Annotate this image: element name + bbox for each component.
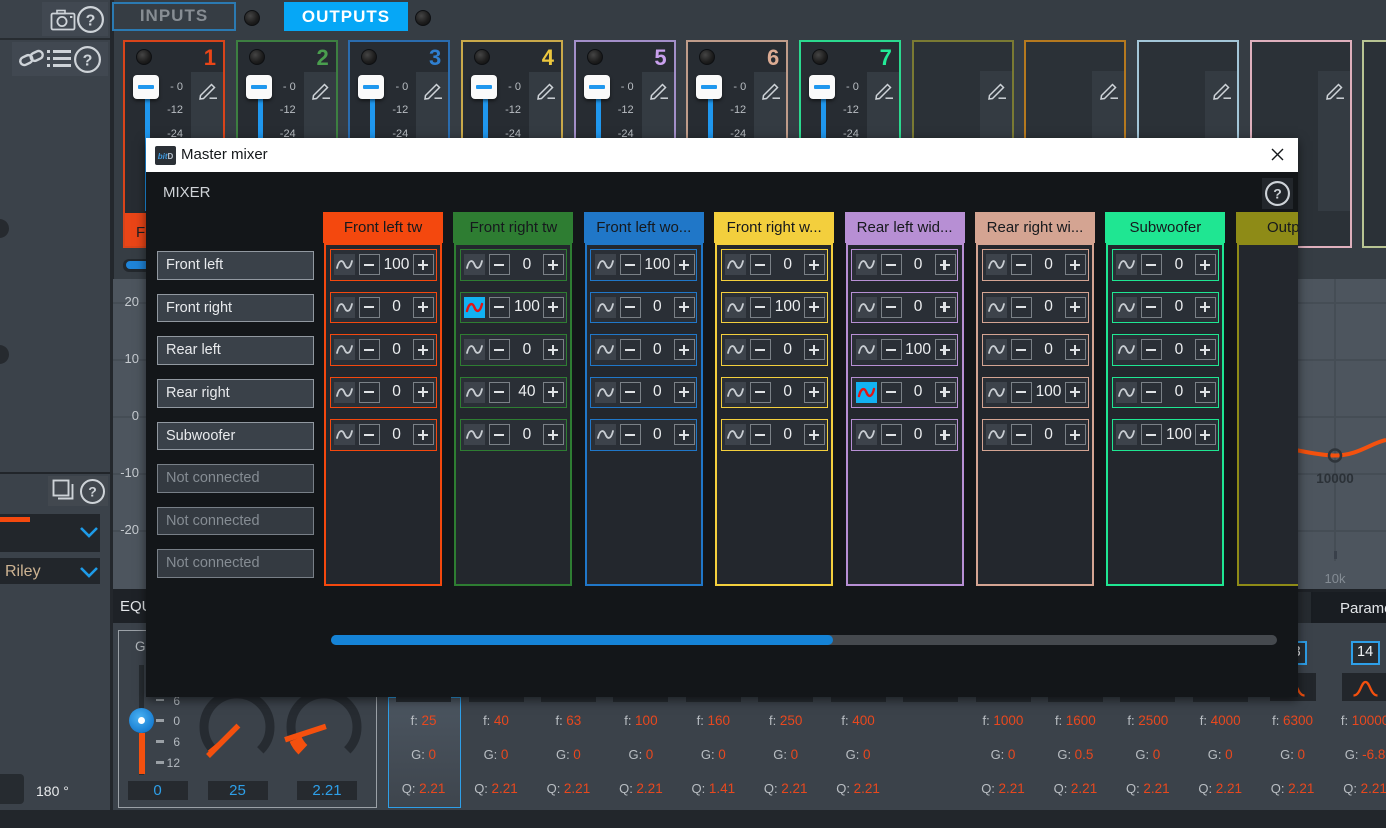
svg-text:?: ?	[88, 484, 97, 500]
svg-text:?: ?	[86, 12, 96, 29]
svg-text:?: ?	[1273, 186, 1282, 202]
svg-text:?: ?	[82, 52, 92, 69]
